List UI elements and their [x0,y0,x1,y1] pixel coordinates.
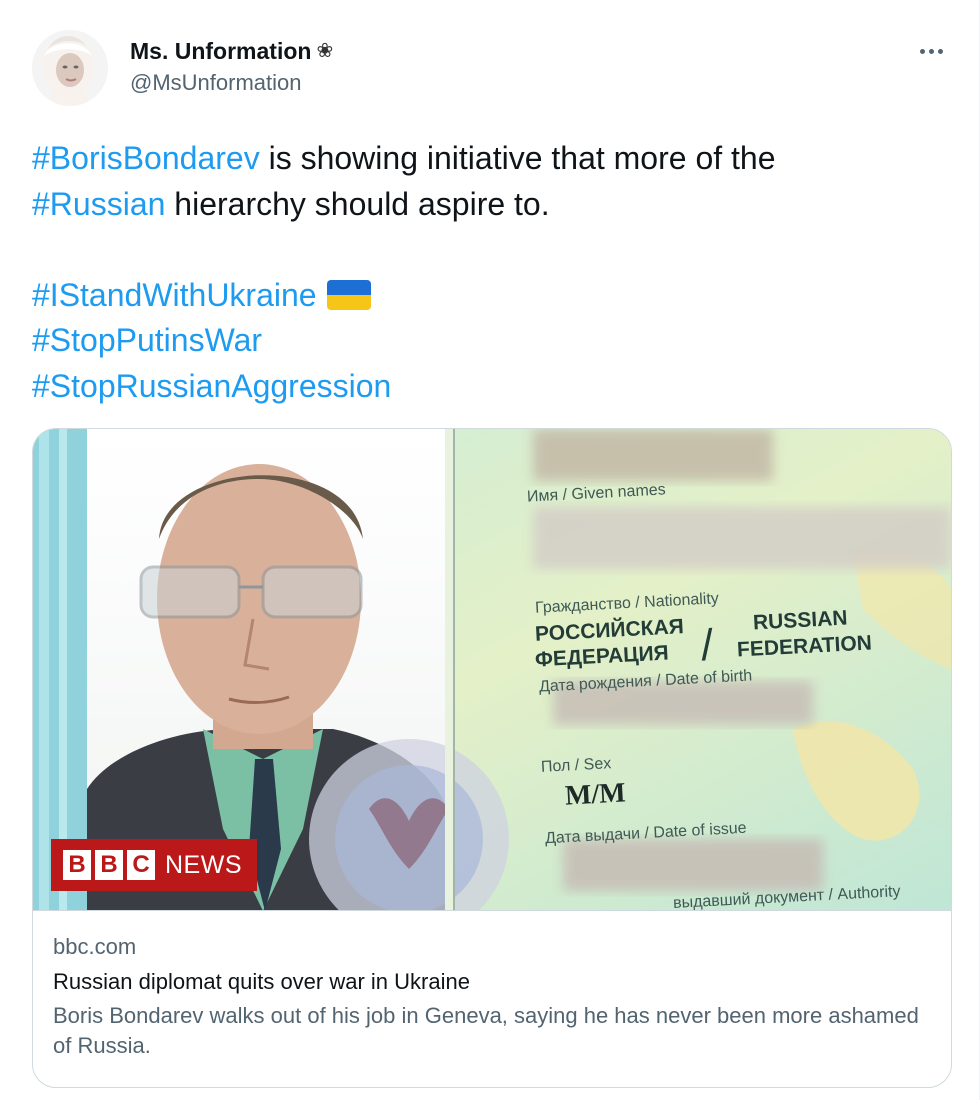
nationality-slash: / [699,620,715,671]
bbc-news-logo: B B C NEWS [51,839,257,891]
tweet-text-span: is showing initiative that more of the [259,140,776,176]
bbc-news-word: NEWS [165,850,242,879]
tweet-line: #StopRussianAggression [32,364,952,410]
link-card[interactable]: Имя / Given names Гражданство / National… [32,428,952,1088]
tweet-line: #Russian hierarchy should aspire to. [32,182,952,228]
bbc-letter-box: C [127,850,155,880]
hashtag-stoprussianaggression[interactable]: #StopRussianAggression [32,368,391,404]
nationality-en-line1: RUSSIAN [752,606,849,635]
more-dot [928,48,934,54]
sex-label: Пол / Sex [540,755,612,776]
hashtag-boris-bondarev[interactable]: #BorisBondarev [32,140,260,176]
card-title[interactable]: Russian diplomat quits over war in Ukrai… [53,965,931,999]
hashtag-stopputinswar[interactable]: #StopPutinsWar [32,322,262,358]
card-domain: bbc.com [53,934,137,959]
card-image[interactable]: Имя / Given names Гражданство / National… [33,429,951,911]
more-dot [919,48,925,54]
tweet-text-span: hierarchy should aspire to. [165,185,550,222]
flower-icon: ❀ [316,40,334,62]
bbc-letter-box: B [95,850,123,880]
ukraine-flag-icon [326,279,371,310]
display-name-text: Ms. Unformation [130,38,312,64]
hashtag-istandwithukraine[interactable]: #IStandWithUkraine [32,277,317,313]
display-name[interactable]: Ms. Unformation ❀ [130,36,333,66]
card-body[interactable]: bbc.com Russian diplomat quits over war … [33,912,951,1061]
card-description: Boris Bondarev walks out of his job in G… [53,1003,919,1058]
tweet-line: #BorisBondarev is showing initiative tha… [32,136,952,182]
sex-value: М/M [564,777,627,812]
tweet-text: #BorisBondarev is showing initiative tha… [32,136,952,409]
more-options-icon[interactable] [913,36,949,66]
avatar[interactable] [32,30,108,106]
user-handle[interactable]: @MsUnformation [130,68,333,98]
bbc-letter-box: B [63,850,91,880]
tweet-line: #StopPutinsWar [32,318,952,364]
tweet: Ms. Unformation ❀ @MsUnformation #BorisB… [0,0,980,1100]
tweet-line: #IStandWithUkraine [32,273,952,319]
more-dot [937,48,943,54]
user-info[interactable]: Ms. Unformation ❀ @MsUnformation [130,36,333,98]
hashtag-russian[interactable]: #Russian [32,186,165,222]
